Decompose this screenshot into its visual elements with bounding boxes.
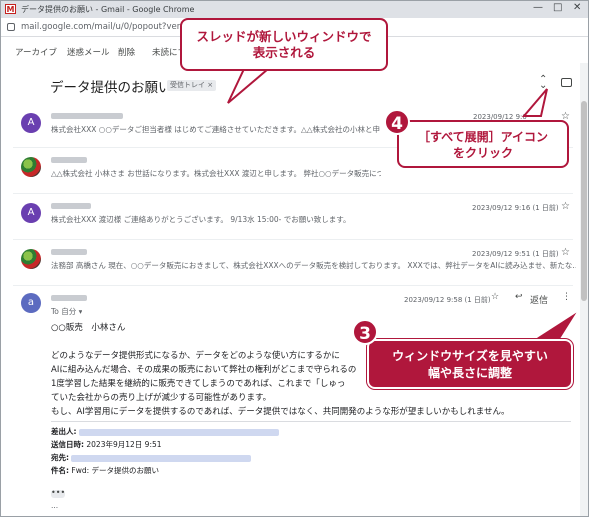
maximize-button[interactable]: □ (553, 2, 562, 13)
greeting: ○○販売 小林さん (51, 323, 126, 333)
divider (51, 421, 571, 422)
title-bar: M データ提供のお願い - Gmail - Google Chrome — □ … (1, 1, 588, 18)
redacted-address (71, 454, 252, 462)
callout-step3-text: ウィンドウサイズを見やすい 幅や長さに調整 (367, 339, 573, 389)
reply-icon[interactable]: ↩ (515, 292, 523, 302)
header-subject: 件名: Fwd: データ提供のお願い (51, 466, 160, 475)
thread-subject: データ提供のお願い (50, 80, 172, 96)
browser-window: M データ提供のお願い - Gmail - Google Chrome — □ … (0, 0, 589, 517)
body-line: 1度学習した結果を継続的に販売できてしまうのであれば、これまで「しゅっ (51, 379, 346, 389)
message-snippet: △△株式会社 小林さま お世話になります。株式会社XXX 渡辺と申します。 弊社… (51, 169, 381, 178)
star-icon[interactable]: ☆ (491, 292, 499, 302)
divider (13, 285, 573, 286)
message-date: 2023/09/12 9:16 (1 日前) (472, 204, 559, 212)
header-sent: 送信日時: 2023年9月12日 9:51 (51, 440, 162, 449)
scrollbar-thumb[interactable] (581, 101, 587, 301)
gmail-icon: M (5, 4, 16, 14)
avatar: A (21, 113, 41, 133)
callout-pointer-window (227, 68, 271, 104)
reply-button[interactable]: 返信 (530, 293, 548, 306)
trailing-dots: ... (51, 501, 59, 510)
url-text: mail.google.com/mail/u/0/popout?ver=1 (21, 22, 193, 32)
message-snippet: 株式会社XXX ○○データご担当者様 はじめてご連絡させていただきます。△△株式… (51, 125, 381, 134)
body-line: どのようなデータ提供形式になるか、データをどのような使い方にするかに (51, 351, 340, 361)
window-title: データ提供のお願い - Gmail - Google Chrome (21, 5, 195, 14)
message-date: 2023/09/12 9:51 (1 日前) (472, 250, 559, 258)
lock-icon (7, 23, 15, 31)
sender-name-redacted (51, 295, 87, 301)
header-from: 差出人: (51, 426, 279, 437)
archive-button[interactable]: アーカイブ (15, 46, 57, 58)
message-date: 2023/09/12 9:58 (1 日前) (404, 296, 491, 304)
expand-all-icon[interactable]: ⌃ ⌄ (539, 75, 547, 91)
inbox-label-chip[interactable]: 受信トレイ × (167, 80, 217, 91)
callout-step4-text: ［すべて展開］アイコン をクリック (397, 120, 569, 168)
sender-name-redacted (51, 157, 87, 163)
callout-window-text: スレッドが新しいウィンドウで 表示される (180, 18, 388, 71)
message-row[interactable]: A 株式会社XXX 渡辺様 ご連絡ありがとうございます。 9/13水 15:00… (1, 197, 581, 241)
body-line: もし、AI学習用にデータを提供するのであれば、データ提供ではなく、共同開発のよう… (51, 407, 510, 417)
step-number-4: 4 (384, 109, 410, 135)
redacted-address (78, 428, 279, 436)
avatar (21, 249, 41, 269)
message-snippet: 法務部 高橋さん 現在、○○データ販売におきまして、株式会社XXXへのデータ販売… (51, 261, 576, 270)
minimize-button[interactable]: — (533, 2, 543, 13)
delete-button[interactable]: 削除 (118, 46, 135, 58)
avatar (21, 157, 41, 177)
sender-name-redacted (51, 203, 91, 209)
step-number-3: 3 (352, 319, 378, 345)
avatar: A (21, 203, 41, 223)
recipient-dropdown[interactable]: To 自分 ▾ (51, 306, 82, 317)
show-trimmed-button[interactable]: ••• (51, 489, 65, 498)
sender-name-redacted (51, 249, 87, 255)
message-snippet: 株式会社XXX 渡辺様 ご連絡ありがとうございます。 9/13水 15:00- … (51, 215, 351, 224)
print-icon[interactable] (561, 78, 572, 87)
avatar: a (21, 293, 41, 313)
star-icon[interactable]: ☆ (561, 201, 570, 212)
more-vert-icon[interactable]: ⋮ (562, 292, 571, 302)
message-row[interactable]: 法務部 高橋さん 現在、○○データ販売におきまして、株式会社XXXへのデータ販売… (1, 243, 581, 287)
header-to: 宛先: (51, 452, 252, 463)
divider (13, 193, 573, 194)
star-icon[interactable]: ☆ (561, 247, 570, 258)
spam-button[interactable]: 迷惑メール (67, 46, 110, 58)
body-line: AIに組み込んだ場合、その成果の販売において弊社の権利がどこまで守られるの (51, 365, 357, 375)
divider (13, 239, 573, 240)
sender-name-redacted (51, 113, 123, 119)
close-button[interactable]: ✕ (573, 2, 581, 13)
body-line: ていた会社からの売り上げが減少する可能性があります。 (51, 393, 272, 403)
